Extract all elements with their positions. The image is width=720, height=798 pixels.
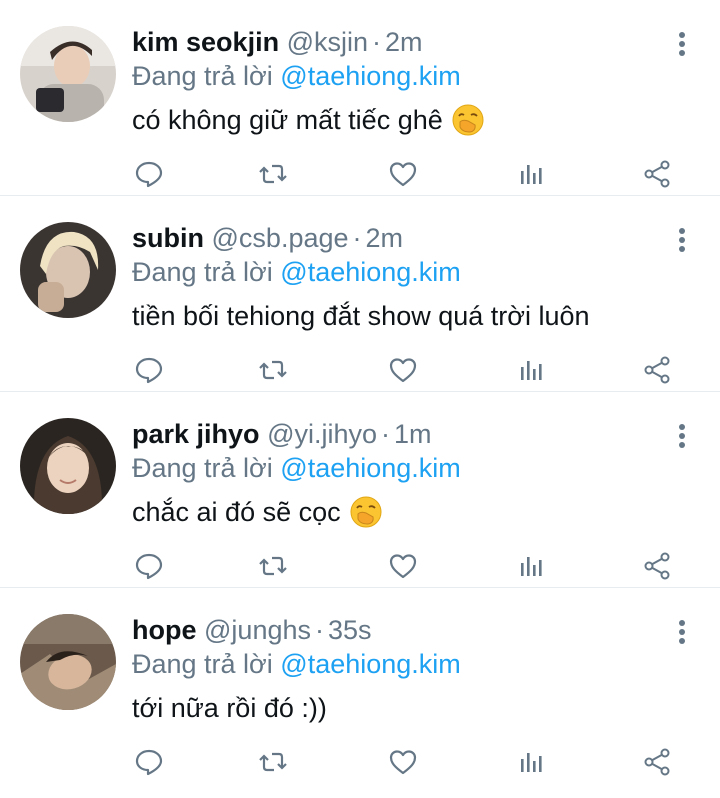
tweet-actions	[132, 747, 692, 783]
user-handle[interactable]: @junghs	[204, 615, 311, 645]
replying-to-user-link[interactable]: @taehiong.kim	[280, 257, 461, 287]
avatar[interactable]	[20, 222, 116, 318]
timestamp[interactable]: 2m	[366, 223, 404, 253]
more-options-icon[interactable]	[672, 30, 692, 58]
reply-feed: kim seokjin @ksjin · 2m Đang trả lời @taeh…	[0, 0, 720, 784]
more-options-icon[interactable]	[672, 618, 692, 646]
retweet-icon[interactable]	[258, 747, 292, 781]
analytics-icon[interactable]	[516, 551, 550, 585]
retweet-icon[interactable]	[258, 355, 292, 389]
tweet-header: subin @csb.page · 2m	[132, 220, 403, 256]
replying-to-user-link[interactable]: @taehiong.kim	[280, 453, 461, 483]
heart-icon[interactable]	[388, 551, 422, 585]
replying-to-label: Đang trả lời	[132, 453, 273, 483]
more-options-icon[interactable]	[672, 226, 692, 254]
replying-to-label: Đang trả lời	[132, 649, 273, 679]
timestamp[interactable]: 1m	[394, 419, 432, 449]
display-name[interactable]: hope	[132, 615, 197, 645]
tweet-text: chắc ai đó sẽ cọc	[132, 494, 383, 530]
tweet-text: tới nữa rồi đó :))	[132, 690, 327, 726]
tweet-header: park jihyo @yi.jihyo · 1m	[132, 416, 432, 452]
analytics-icon[interactable]	[516, 159, 550, 193]
separator-dot: ·	[372, 27, 382, 57]
replying-to-label: Đang trả lời	[132, 257, 273, 287]
replying-to-line: Đang trả lời @taehiong.kim	[132, 254, 461, 290]
reply-icon[interactable]	[134, 747, 168, 781]
reply-tweet[interactable]: subin @csb.page · 2m Đang trả lời @taehion…	[0, 196, 720, 392]
avatar[interactable]	[20, 26, 116, 122]
tweet-text-body: tới nữa rồi đó :))	[132, 693, 327, 723]
face-with-hand-over-mouth-icon	[349, 495, 383, 529]
tweet-actions	[132, 551, 692, 587]
tweet-header: hope @junghs · 35s	[132, 612, 372, 648]
avatar[interactable]	[20, 614, 116, 710]
tweet-text-body: có không giữ mất tiếc ghê	[132, 105, 443, 135]
retweet-icon[interactable]	[258, 159, 292, 193]
share-icon[interactable]	[642, 747, 676, 781]
reply-icon[interactable]	[134, 551, 168, 585]
heart-icon[interactable]	[388, 159, 422, 193]
tweet-actions	[132, 355, 692, 391]
analytics-icon[interactable]	[516, 355, 550, 389]
user-handle[interactable]: @csb.page	[212, 223, 349, 253]
user-handle[interactable]: @ksjin	[287, 27, 368, 57]
reply-icon[interactable]	[134, 355, 168, 389]
replying-to-label: Đang trả lời	[132, 61, 273, 91]
tweet-actions	[132, 159, 692, 195]
timestamp[interactable]: 2m	[385, 27, 423, 57]
reply-tweet[interactable]: park jihyo @yi.jihyo · 1m Đang trả lời @ta…	[0, 392, 720, 588]
tweet-text: tiền bối tehiong đắt show quá trời luôn	[132, 298, 590, 334]
separator-dot: ·	[315, 615, 324, 645]
display-name[interactable]: subin	[132, 223, 204, 253]
replying-to-line: Đang trả lời @taehiong.kim	[132, 646, 461, 682]
tweet-text-body: tiền bối tehiong đắt show quá trời luôn	[132, 301, 590, 331]
user-handle[interactable]: @yi.jihyo	[267, 419, 377, 449]
heart-icon[interactable]	[388, 747, 422, 781]
display-name[interactable]: park jihyo	[132, 419, 260, 449]
tweet-text: có không giữ mất tiếc ghê	[132, 102, 485, 138]
more-options-icon[interactable]	[672, 422, 692, 450]
reply-tweet[interactable]: hope @junghs · 35s Đang trả lời @taehiong.…	[0, 588, 720, 784]
tweet-text-body: chắc ai đó sẽ cọc	[132, 497, 341, 527]
retweet-icon[interactable]	[258, 551, 292, 585]
face-with-hand-over-mouth-icon	[451, 103, 485, 137]
replying-to-user-link[interactable]: @taehiong.kim	[280, 649, 461, 679]
reply-icon[interactable]	[134, 159, 168, 193]
replying-to-line: Đang trả lời @taehiong.kim	[132, 58, 461, 94]
replying-to-user-link[interactable]: @taehiong.kim	[280, 61, 461, 91]
share-icon[interactable]	[642, 551, 676, 585]
avatar[interactable]	[20, 418, 116, 514]
replying-to-line: Đang trả lời @taehiong.kim	[132, 450, 461, 486]
tweet-header: kim seokjin @ksjin · 2m	[132, 24, 423, 60]
heart-icon[interactable]	[388, 355, 422, 389]
separator-dot: ·	[352, 223, 362, 253]
reply-tweet[interactable]: kim seokjin @ksjin · 2m Đang trả lời @taeh…	[0, 0, 720, 196]
timestamp[interactable]: 35s	[328, 615, 372, 645]
display-name[interactable]: kim seokjin	[132, 27, 279, 57]
analytics-icon[interactable]	[516, 747, 550, 781]
share-icon[interactable]	[642, 355, 676, 389]
separator-dot: ·	[381, 419, 391, 449]
share-icon[interactable]	[642, 159, 676, 193]
